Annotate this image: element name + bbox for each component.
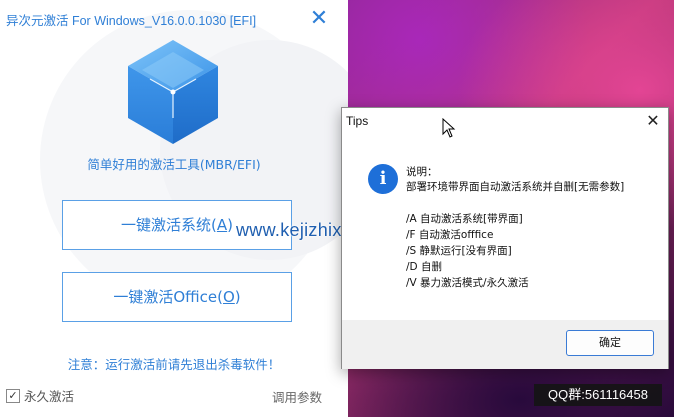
dialog-line: /D 自删 <box>406 261 442 273</box>
dialog-body: i 说明： 部署环境带界面自动激活系统并自删[无需参数] /A 自动激活系统[带… <box>342 134 668 320</box>
permanent-activation-label: 永久激活 <box>24 389 75 404</box>
dialog-line: /S 静默运行[没有界面] <box>406 245 512 257</box>
qq-group-badge: QQ群:561116458 <box>534 384 662 406</box>
dialog-line: 部署环境带界面自动激活系统并自删[无需参数] <box>406 181 625 193</box>
app-subtitle: 简单好用的激活工具(MBR/EFI) <box>87 157 261 172</box>
window-title: 异次元激活 For Windows_V16.0.0.1030 [EFI] <box>6 14 257 28</box>
close-button[interactable]: ✕ <box>308 8 330 30</box>
tips-dialog: Tips ✕ i 说明： 部署环境带界面自动激活系统并自删[无需参数] /A 自… <box>341 107 669 369</box>
call-parameters-link[interactable]: 调用参数 <box>272 387 322 406</box>
dialog-line: 说明： <box>406 166 438 178</box>
close-icon: ✕ <box>646 111 660 130</box>
dialog-line: /V 暴力激活模式/永久激活 <box>406 277 529 289</box>
antivirus-notice: 注意：运行激活前请先退出杀毒软件！ <box>67 357 281 372</box>
activator-window: 异次元激活 For Windows_V16.0.0.1030 [EFI] ✕ 简… <box>0 0 348 417</box>
ok-button[interactable]: 确定 <box>566 330 654 356</box>
dialog-title: Tips <box>346 114 369 128</box>
checkbox-checked-icon: ✓ <box>6 388 20 403</box>
close-icon: ✕ <box>309 6 329 31</box>
dialog-titlebar[interactable]: Tips ✕ <box>342 108 668 134</box>
cube-logo-icon <box>128 40 218 144</box>
permanent-activation-checkbox[interactable]: ✓ 永久激活 <box>6 386 74 405</box>
dialog-line: /F 自动激活offfice <box>406 229 494 241</box>
mouse-cursor-icon <box>442 118 456 138</box>
activate-office-button[interactable]: 一键激活Office(O) <box>62 272 292 322</box>
dialog-line: /A 自动激活系统[带界面] <box>406 213 523 225</box>
info-icon: i <box>368 164 398 194</box>
dialog-close-button[interactable]: ✕ <box>642 110 664 132</box>
dialog-footer: 确定 <box>342 320 668 369</box>
